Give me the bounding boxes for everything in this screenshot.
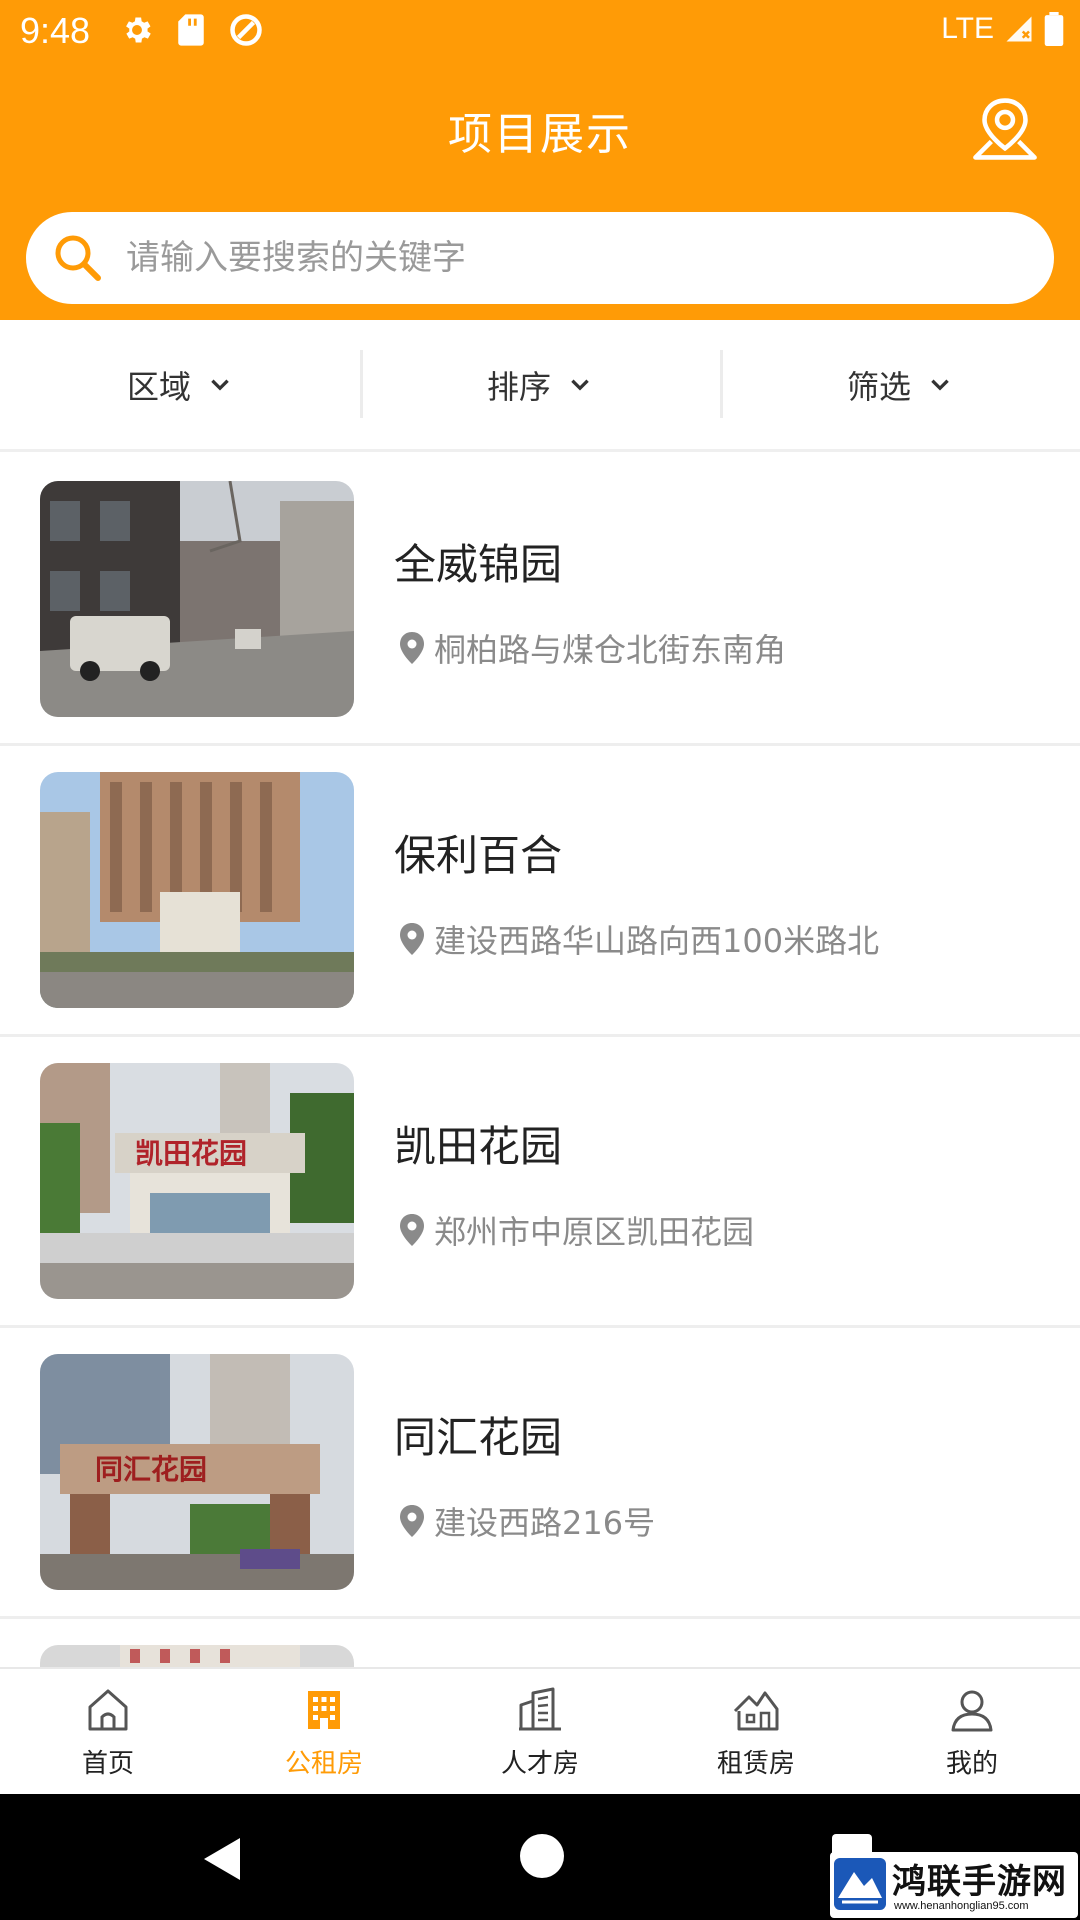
sd-card-icon: [178, 14, 204, 46]
office-tower-icon: [519, 1687, 561, 1731]
network-type: LTE: [941, 12, 994, 45]
tab-mine[interactable]: 我的: [864, 1669, 1080, 1794]
location-pin-icon: [400, 1505, 424, 1537]
address-text: 建设西路华山路向西100米路北: [434, 922, 880, 960]
address-text: 桐柏路与煤仓北街东南角: [434, 631, 787, 669]
search-box[interactable]: [26, 212, 1054, 304]
project-photo: [40, 1645, 354, 1667]
location-pin-icon: [400, 923, 424, 955]
tab-talent-housing[interactable]: 人才房: [432, 1669, 648, 1794]
tab-public-rental[interactable]: 公租房: [216, 1669, 432, 1794]
watermark-title: 鸿联手游网: [892, 1862, 1067, 1902]
house-icon: [733, 1691, 779, 1731]
project-photo: [40, 481, 354, 717]
chevron-down-icon: [211, 379, 229, 391]
location-pin-icon: [400, 1214, 424, 1246]
address-text: 郑州市中原区凯田花园: [434, 1213, 755, 1251]
list-item[interactable]: 凯田花园 凯田花园 郑州市中原区凯田花园: [0, 1037, 1080, 1328]
location-pin-icon: [400, 632, 424, 664]
filter-region[interactable]: 区域: [0, 320, 360, 449]
battery-icon: [1044, 12, 1064, 46]
gear-icon: [126, 17, 151, 43]
filter-sort[interactable]: 排序: [360, 320, 720, 449]
bottom-tab-bar: 首页 公租房 人才房 租赁房 我的: [0, 1667, 1080, 1794]
status-bar: 9:48 LTE: [0, 0, 1080, 64]
project-name: 凯田花园: [394, 1122, 563, 1171]
watermark-logo-icon: [834, 1858, 886, 1910]
project-photo: [40, 772, 354, 1008]
filter-label: 排序: [486, 367, 551, 406]
list-item[interactable]: 同汇花园 同汇花园 建设西路216号: [0, 1328, 1080, 1619]
filter-bar: 区域 排序 筛选: [0, 320, 1080, 452]
photo-sign-text: 凯田花园: [135, 1137, 247, 1170]
address-text: 建设西路216号: [434, 1504, 656, 1542]
project-name: 同汇花园: [394, 1413, 563, 1462]
tab-label: 租赁房: [716, 1749, 795, 1779]
project-photo: 同汇花园: [40, 1354, 354, 1590]
page-title: 项目展示: [448, 109, 632, 160]
search-input[interactable]: [126, 212, 1006, 304]
project-name: 保利百合: [394, 831, 563, 880]
home-button[interactable]: [520, 1834, 564, 1878]
tab-label: 公租房: [284, 1749, 363, 1779]
filter-screen[interactable]: 筛选: [720, 320, 1080, 449]
filter-label: 筛选: [846, 367, 911, 406]
project-name: 全威锦园: [394, 540, 563, 589]
header-bar: 9:48 LTE 项目展示: [0, 0, 1080, 320]
data-saver-icon: [230, 14, 262, 46]
list-item[interactable]: [0, 1619, 1080, 1667]
filter-label: 区域: [126, 367, 191, 406]
watermark: 鸿联手游网 www.henanhonglian95.com: [830, 1852, 1078, 1918]
search-icon: [55, 235, 101, 281]
project-list[interactable]: 全威锦园 桐柏路与煤仓北街东南角 保利百合 建设西路华山路向西100米路北 凯田…: [0, 455, 1080, 1667]
watermark-url: www.henanhonglian95.com: [894, 1900, 1029, 1912]
chevron-down-icon: [931, 379, 949, 391]
location-map-icon[interactable]: [968, 96, 1042, 162]
user-icon: [951, 1690, 993, 1732]
home-icon: [88, 1689, 128, 1731]
back-icon[interactable]: [200, 1834, 246, 1884]
project-address: 桐柏路与煤仓北街东南角: [400, 625, 786, 671]
tab-home[interactable]: 首页: [0, 1669, 216, 1794]
project-address: 郑州市中原区凯田花园: [400, 1207, 754, 1253]
list-item[interactable]: 保利百合 建设西路华山路向西100米路北: [0, 746, 1080, 1037]
tab-label: 人才房: [500, 1749, 579, 1779]
signal-icon: [1006, 16, 1032, 42]
building-icon: [308, 1691, 340, 1729]
project-address: 建设西路华山路向西100米路北: [400, 916, 879, 962]
project-photo: 凯田花园: [40, 1063, 354, 1299]
project-address: 建设西路216号: [400, 1498, 655, 1544]
list-item[interactable]: 全威锦园 桐柏路与煤仓北街东南角: [0, 455, 1080, 746]
chevron-down-icon: [571, 379, 589, 391]
tab-label: 我的: [945, 1749, 998, 1779]
tab-rental-housing[interactable]: 租赁房: [648, 1669, 864, 1794]
tab-label: 首页: [81, 1749, 134, 1779]
status-time: 9:48: [20, 10, 91, 51]
photo-sign-text: 同汇花园: [95, 1453, 207, 1486]
